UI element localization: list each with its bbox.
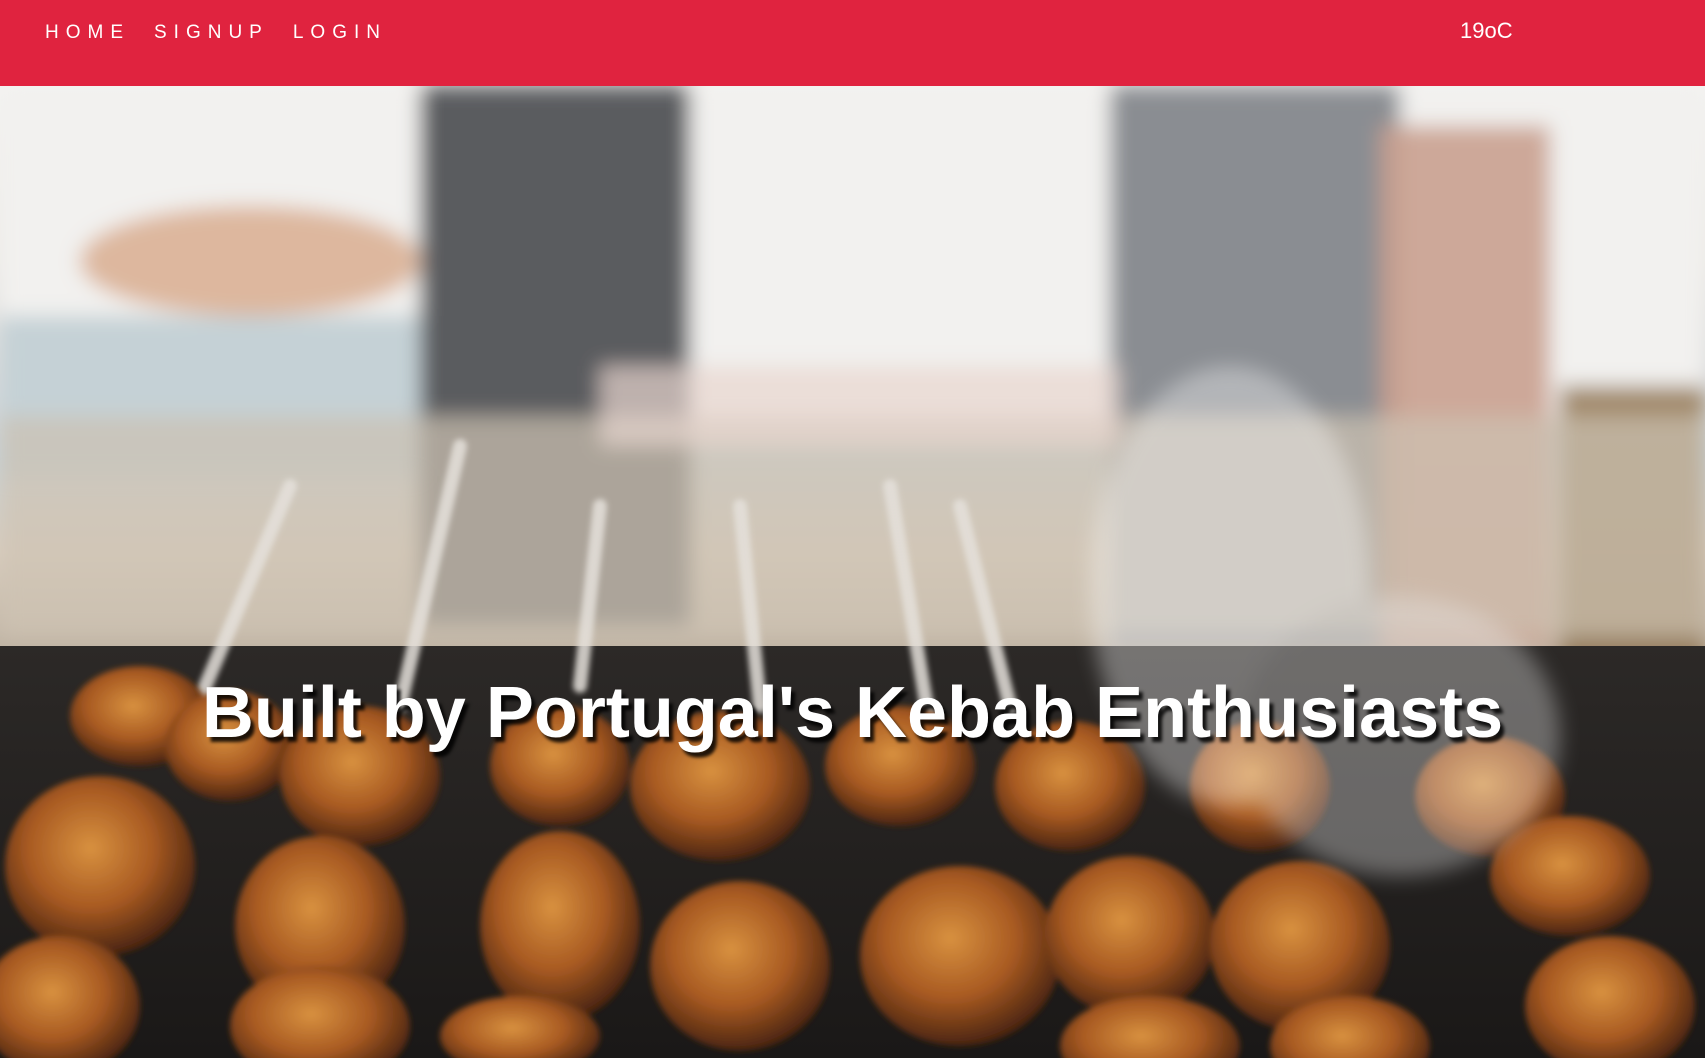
hero-section: Built by Portugal's Kebab Enthusiasts (0, 86, 1705, 1058)
nav-links: HOME SIGNUP LOGIN (45, 22, 387, 44)
kebab-photo-background (0, 86, 1705, 1058)
weather-temperature: 19oC (1460, 18, 1513, 43)
nav-login-link[interactable]: LOGIN (293, 22, 387, 44)
nav-home-link[interactable]: HOME (45, 22, 130, 44)
nav-signup-link[interactable]: SIGNUP (154, 22, 269, 44)
top-navbar: HOME SIGNUP LOGIN 19oC (0, 0, 1705, 86)
hero-title: Built by Portugal's Kebab Enthusiasts (201, 673, 1504, 754)
